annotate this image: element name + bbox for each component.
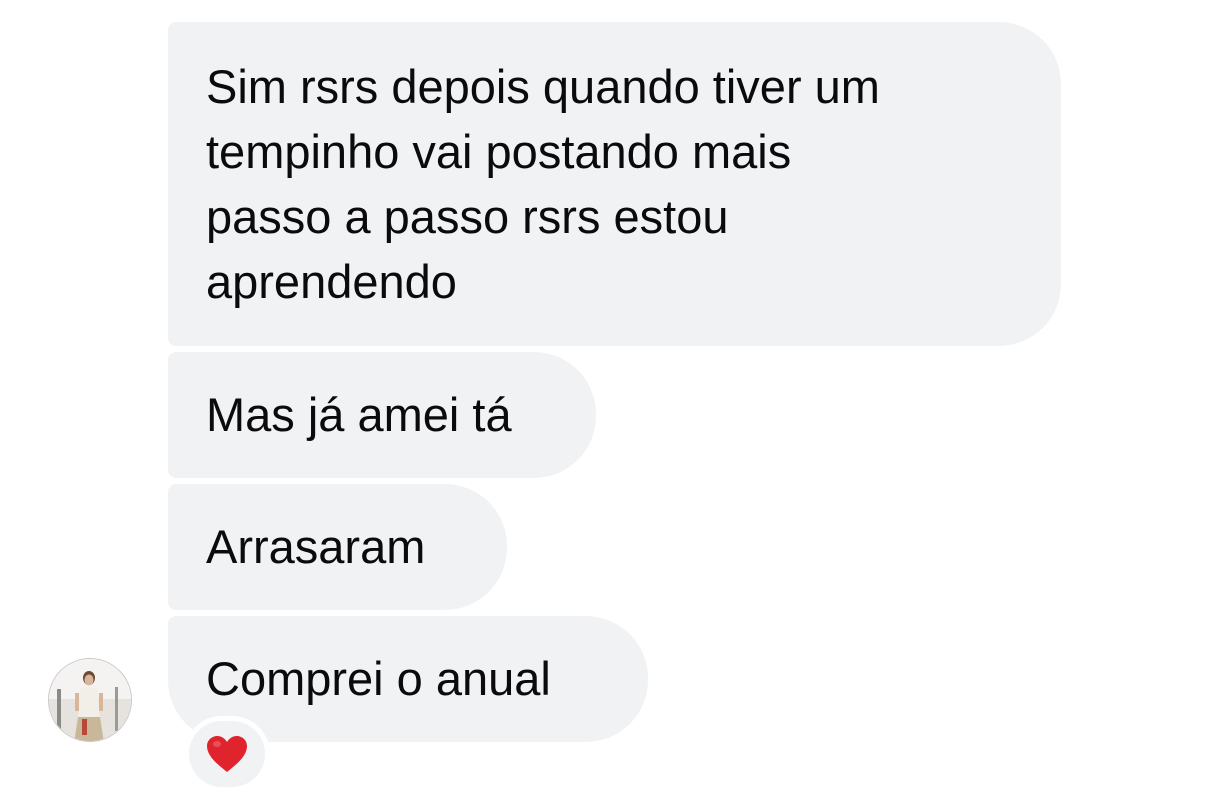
avatar-photo (49, 659, 131, 741)
message-bubble[interactable]: Arrasaram (168, 484, 507, 610)
message-reaction[interactable] (184, 716, 270, 792)
message-bubble[interactable]: Sim rsrs depois quando tiver um tempinho… (168, 22, 1061, 346)
heart-icon (207, 736, 247, 772)
message-bubble[interactable]: Mas já amei tá (168, 352, 596, 478)
sender-avatar[interactable] (48, 658, 132, 742)
